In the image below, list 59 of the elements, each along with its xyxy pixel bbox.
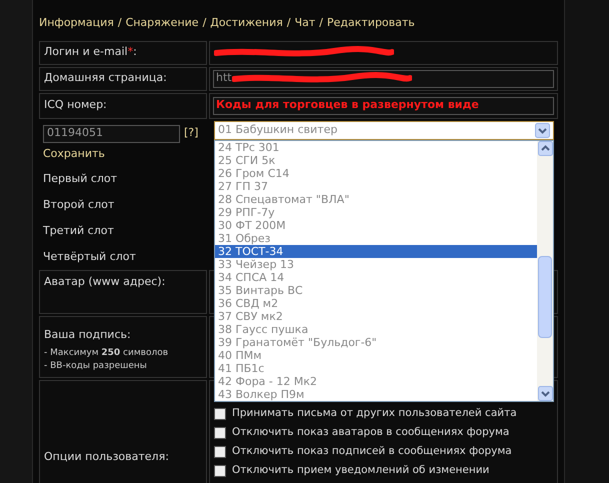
dropdown-option[interactable]: 35 Винтарь ВС (215, 284, 537, 297)
dropdown-option[interactable]: 29 РПГ-7у (215, 206, 537, 219)
help-link[interactable]: [?] (184, 125, 198, 142)
dropdown-option[interactable]: 33 Чейзер 13 (215, 258, 537, 271)
nav-link[interactable]: Достижения (210, 15, 283, 32)
dropdown-option[interactable]: 26 Гром С14 (215, 167, 537, 180)
checkbox-label[interactable]: Отключить прием уведомлений об изменении (232, 463, 490, 479)
dropdown-option[interactable]: 37 СВУ мк2 (215, 310, 537, 323)
nav-separator: / (319, 15, 323, 31)
signature-note: - Максимум 250 символов (44, 346, 170, 360)
slot-label: Четвёртый слот (43, 249, 137, 265)
checkbox[interactable] (214, 427, 226, 439)
save-link[interactable]: Сохранить (43, 146, 207, 162)
scroll-up-icon[interactable] (538, 141, 552, 156)
checkbox[interactable] (214, 446, 226, 458)
dropdown-option[interactable]: 27 ГП 37 (215, 180, 537, 193)
checkbox[interactable] (214, 408, 226, 420)
avatar-label: Аватар (www адрес): (44, 275, 166, 288)
dropdown-option[interactable]: 36 СВД м2 (215, 297, 537, 310)
dropdown-option[interactable]: 42 Фора - 12 Мк2 (215, 375, 537, 388)
nav-separator: / (118, 15, 122, 31)
slot-label: Третий слот (43, 223, 115, 239)
homepage-label: Домашняя страница: (44, 70, 167, 86)
icq-number-field[interactable]: 01194051 (43, 124, 180, 142)
dropdown-option[interactable]: 24 TPc 301 (215, 141, 537, 154)
dropdown-option[interactable]: 40 ПМм (215, 349, 537, 362)
item-select[interactable]: 01 Бабушкин свитер (214, 121, 554, 140)
nav-link[interactable]: Редактировать (327, 15, 415, 32)
nav-link[interactable]: Чат (294, 15, 316, 32)
homepage-field[interactable]: htt (213, 70, 554, 88)
annotation-text: Коды для торговцев в развернутом виде (216, 97, 479, 114)
dropdown-option[interactable]: 43 Волкер П9м (215, 388, 537, 401)
options-label: Опции пользователя: (44, 448, 169, 465)
dropdown-option[interactable]: 25 СГИ 5к (215, 154, 537, 167)
scrollbar[interactable] (537, 141, 553, 401)
dropdown-option[interactable]: 34 СПСА 14 (215, 271, 537, 284)
slot-label: Второй слот (43, 197, 116, 213)
nav-link[interactable]: Снаряжение (126, 15, 199, 32)
signature-note: - BB-коды разрешены (44, 360, 148, 373)
dropdown-option[interactable]: 41 ПБ1с (215, 362, 537, 375)
checkbox-label[interactable]: Принимать письма от других пользователей сайта (232, 406, 517, 422)
field-value: htt (216, 70, 232, 86)
dropdown-option[interactable]: 38 Гаусс пушка (215, 323, 537, 336)
nav-separator: / (286, 15, 291, 31)
dropdown-option[interactable]: 28 Спецавтомат "ВЛА" (215, 193, 537, 206)
nav-separator: / (202, 15, 206, 31)
signature-label: Ваша подпись: (44, 327, 132, 343)
icq-field[interactable]: Коды для торговцев в развернутом виде (213, 96, 554, 114)
dropdown-option[interactable]: 39 Гранатомёт "Бульдог-6" (215, 336, 537, 349)
dropdown-option[interactable]: 32 ТОСТ-34 (215, 245, 537, 258)
checkbox[interactable] (214, 465, 226, 477)
dropdown-option[interactable]: 31 Обрез (215, 232, 537, 245)
login-label: Логин и e-mail*: (44, 44, 137, 60)
slot-label: Первый слот (43, 171, 118, 187)
dropdown-option[interactable]: 30 ФТ 200М (215, 219, 537, 232)
icq-label: ICQ номер: (44, 97, 107, 114)
checkbox-label[interactable]: Отключить показ подписей в сообщениях форума (232, 444, 512, 460)
nav-link[interactable]: Информация (39, 15, 114, 32)
checkbox-label[interactable]: Отключить показ аватаров в сообщениях форума (232, 425, 510, 441)
